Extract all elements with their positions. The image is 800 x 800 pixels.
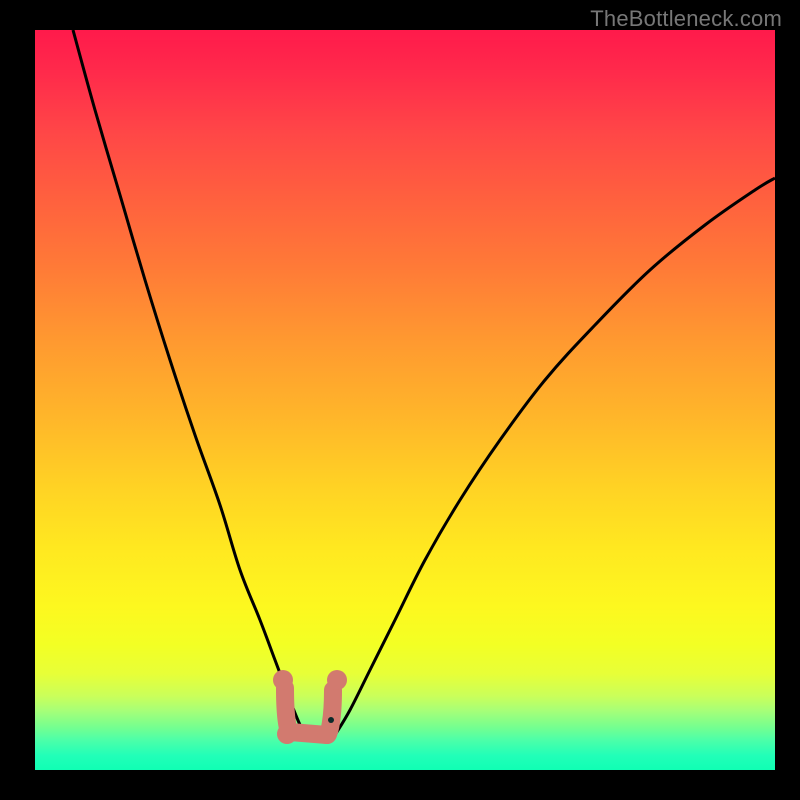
tiny-dot (328, 717, 334, 723)
marker-sw (277, 724, 297, 744)
marker-nw (273, 670, 293, 690)
plot-area (35, 30, 775, 770)
chart-svg (35, 30, 775, 770)
marker-ne (327, 670, 347, 690)
left-curve (73, 30, 307, 740)
right-curve (335, 178, 775, 735)
watermark-text: TheBottleneck.com (590, 6, 782, 32)
chart-frame: TheBottleneck.com (0, 0, 800, 800)
marker-se (317, 724, 337, 744)
